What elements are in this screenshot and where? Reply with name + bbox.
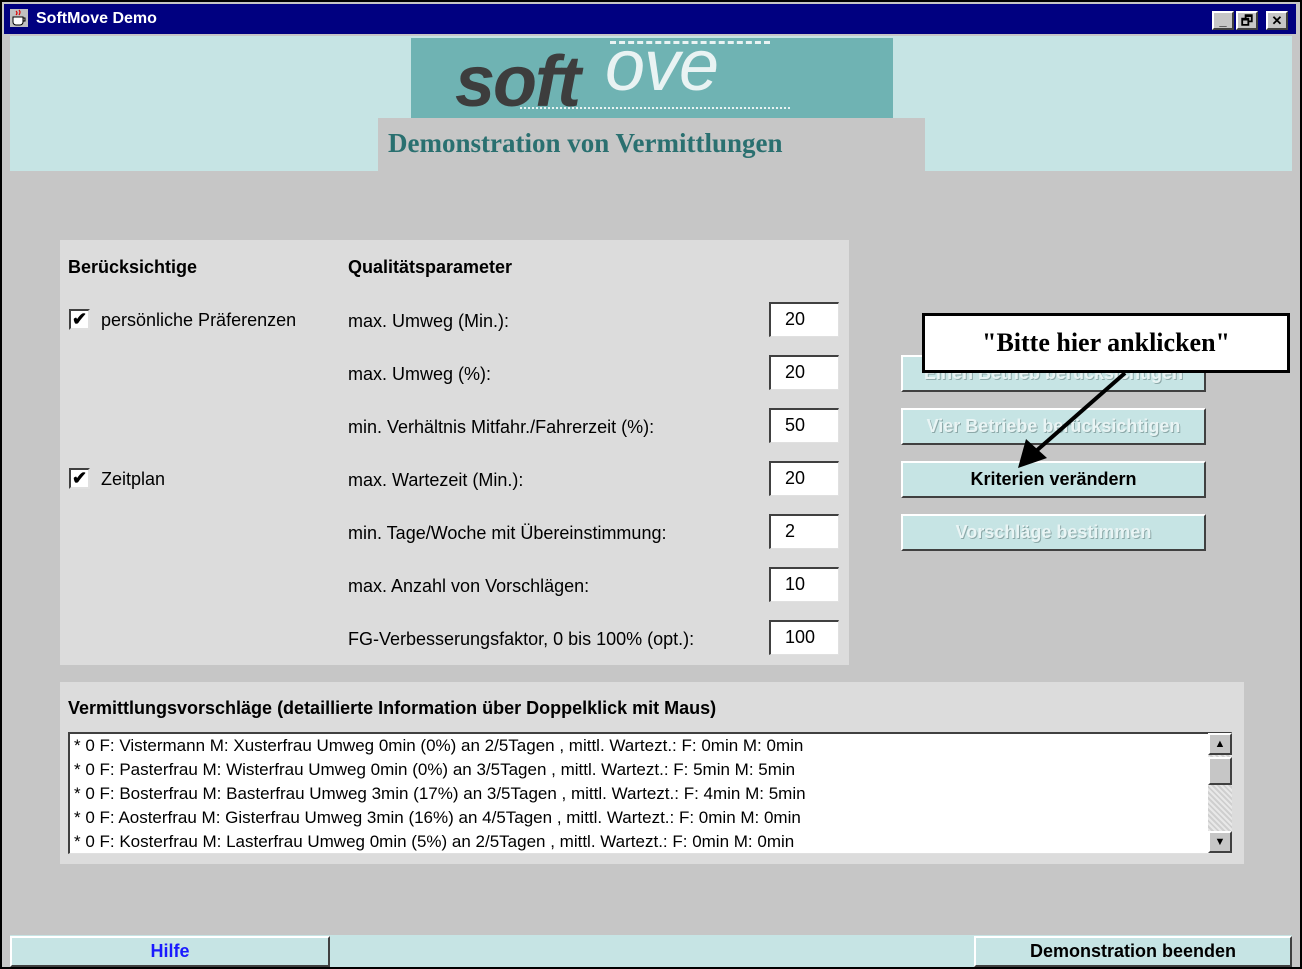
ride-ratio-field[interactable]: 50 bbox=[769, 408, 839, 443]
close-button[interactable]: ✕ bbox=[1266, 11, 1288, 30]
suggestions-heading: Vermittlungsvorschläge (detaillierte Inf… bbox=[68, 698, 717, 718]
maximize-button[interactable]: 🗗 bbox=[1236, 11, 1258, 30]
list-item[interactable]: * 0 F: Aosterfrau M: Gisterfrau Umweg 3m… bbox=[74, 808, 801, 828]
four-companies-button[interactable]: Vier Betriebe berücksichtigen bbox=[901, 408, 1206, 445]
param-label-max-suggestions: max. Anzahl von Vorschlägen: bbox=[348, 576, 590, 596]
scroll-thumb[interactable] bbox=[1208, 757, 1232, 785]
param-label-improvement-factor: FG-Verbesserungsfaktor, 0 bis 100% (opt.… bbox=[348, 629, 695, 649]
change-criteria-button[interactable]: Kriterien verändern bbox=[901, 461, 1206, 498]
max-detour-min-field[interactable]: 20 bbox=[769, 302, 839, 337]
min-days-field[interactable]: 2 bbox=[769, 514, 839, 549]
max-wait-field[interactable]: 20 bbox=[769, 461, 839, 496]
improvement-factor-field[interactable]: 100 bbox=[769, 620, 839, 655]
criteria-panel bbox=[60, 240, 849, 665]
list-item[interactable]: * 0 F: Vistermann M: Xusterfrau Umweg 0m… bbox=[74, 736, 803, 756]
preferences-checkbox[interactable]: ✔ bbox=[69, 309, 90, 330]
param-label-ride-ratio: min. Verhältnis Mitfahr./Fahrerzeit (%): bbox=[348, 417, 655, 437]
consider-heading: Berücksichtige bbox=[68, 257, 198, 277]
logo-text-move: ove bbox=[605, 26, 719, 106]
java-cup-icon bbox=[10, 9, 28, 27]
scroll-up-button[interactable]: ▲ bbox=[1208, 733, 1232, 755]
logo-text-soft: soft bbox=[455, 42, 581, 122]
schedule-checkbox-label: Zeitplan bbox=[101, 469, 166, 489]
param-label-max-detour-pct: max. Umweg (%): bbox=[348, 364, 492, 384]
param-label-max-wait: max. Wartezeit (Min.): bbox=[348, 470, 524, 490]
list-item[interactable]: * 0 F: Bosterfrau M: Basterfrau Umweg 3m… bbox=[74, 784, 806, 804]
max-detour-pct-field[interactable]: 20 bbox=[769, 355, 839, 390]
suggestions-list[interactable]: * 0 F: Vistermann M: Xusterfrau Umweg 0m… bbox=[68, 732, 1232, 854]
param-label-min-days: min. Tage/Woche mit Übereinstimmung: bbox=[348, 523, 667, 543]
scroll-down-button[interactable]: ▼ bbox=[1208, 831, 1232, 853]
exit-demo-button[interactable]: Demonstration beenden bbox=[974, 936, 1292, 967]
schedule-checkbox[interactable]: ✔ bbox=[69, 468, 90, 489]
param-label-max-detour-min: max. Umweg (Min.): bbox=[348, 311, 510, 331]
list-item[interactable]: * 0 F: Pasterfrau M: Wisterfrau Umweg 0m… bbox=[74, 760, 795, 780]
help-button[interactable]: Hilfe bbox=[10, 936, 330, 967]
preferences-checkbox-label: persönliche Präferenzen bbox=[101, 310, 297, 330]
suggestions-scrollbar[interactable]: ▲ ▼ bbox=[1208, 733, 1232, 853]
window-title: SoftMove Demo bbox=[36, 10, 157, 27]
logo-decoration bbox=[520, 107, 790, 109]
click-here-callout: "Bitte hier anklicken" bbox=[922, 313, 1290, 373]
determine-suggestions-button[interactable]: Vorschläge bestimmen bbox=[901, 514, 1206, 551]
list-item[interactable]: * 0 F: Kosterfrau M: Lasterfrau Umweg 0m… bbox=[74, 832, 794, 852]
minimize-button[interactable]: _ bbox=[1212, 11, 1234, 30]
quality-params-heading: Qualitätsparameter bbox=[348, 257, 513, 277]
max-suggestions-field[interactable]: 10 bbox=[769, 567, 839, 602]
page-title: Demonstration von Vermittlungen bbox=[388, 128, 783, 158]
